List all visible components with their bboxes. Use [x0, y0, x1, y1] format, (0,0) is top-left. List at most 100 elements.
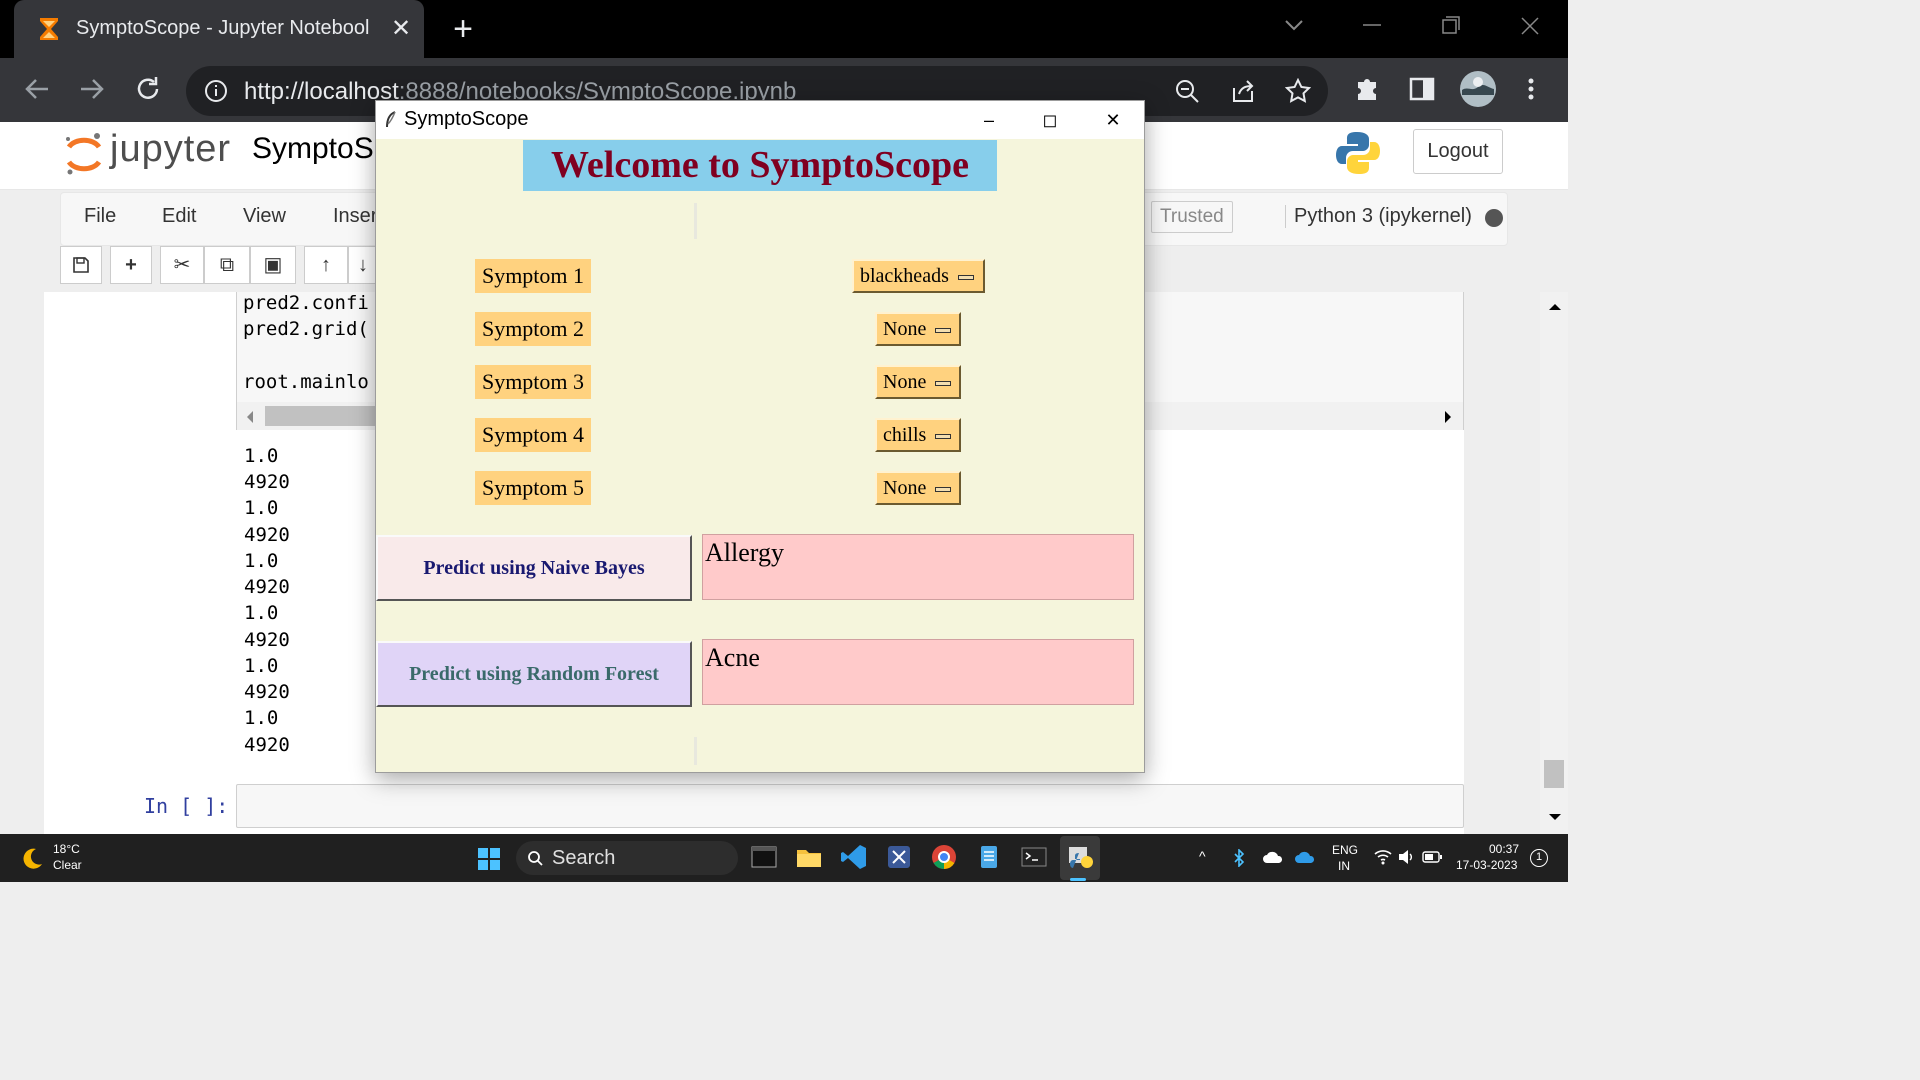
output-line: 1.0: [244, 550, 279, 572]
bookmark-star-icon[interactable]: [1285, 78, 1311, 104]
copy-button[interactable]: ⧉: [204, 246, 250, 284]
dropdown-indicator-icon: [935, 433, 952, 439]
taskbar-search[interactable]: Search: [516, 841, 738, 875]
code-line: pred2.confi: [243, 292, 369, 314]
tab-title: SymptoScope - Jupyter Notebool: [76, 17, 370, 39]
separator: [694, 203, 697, 239]
dropdown-indicator-icon: [935, 327, 952, 333]
output-line: 1.0: [244, 707, 279, 729]
restore-icon[interactable]: [1430, 12, 1470, 42]
cloud-icon[interactable]: [1262, 850, 1284, 864]
scroll-left-icon[interactable]: [245, 410, 255, 424]
naive-bayes-result: Allergy: [702, 534, 1134, 600]
terminal-app-icon[interactable]: [749, 842, 779, 872]
window-titlebar[interactable]: SymptoScope – ◻ ✕: [376, 101, 1144, 139]
menu-file[interactable]: File: [84, 205, 116, 228]
share-icon[interactable]: [1230, 78, 1256, 104]
tab-search-chevron-icon[interactable]: [1274, 12, 1314, 42]
output-line: 1.0: [244, 497, 279, 519]
wifi-icon[interactable]: [1374, 849, 1392, 865]
new-tab-icon[interactable]: +: [447, 10, 479, 48]
vscode-icon[interactable]: [839, 842, 869, 872]
tab-close-icon[interactable]: ✕: [388, 14, 414, 44]
paste-button[interactable]: ▣: [250, 246, 296, 284]
back-icon[interactable]: [20, 72, 54, 106]
profile-avatar[interactable]: [1459, 70, 1497, 108]
scroll-thumb[interactable]: [265, 406, 385, 426]
bluetooth-icon[interactable]: [1232, 849, 1246, 867]
page-vertical-scrollbar[interactable]: [1540, 292, 1568, 834]
minimize-icon[interactable]: [1352, 12, 1392, 42]
clock-date[interactable]: 17-03-2023: [1456, 858, 1517, 872]
notification-badge[interactable]: 1: [1530, 849, 1548, 867]
side-panel-icon[interactable]: [1405, 72, 1439, 106]
onedrive-icon[interactable]: [1294, 850, 1316, 864]
window-maximize-icon[interactable]: ◻: [1030, 105, 1070, 135]
save-button[interactable]: [60, 246, 102, 284]
zoom-icon[interactable]: [1174, 78, 1200, 104]
symptom-5-dropdown[interactable]: None: [875, 471, 961, 505]
snipping-tool-icon[interactable]: [884, 842, 914, 872]
window-close-icon[interactable]: ✕: [1093, 105, 1133, 135]
dropdown-indicator-icon: [935, 380, 952, 386]
arrow-down-icon: ↓: [358, 254, 368, 276]
page-scroll-thumb[interactable]: [1544, 760, 1564, 788]
scroll-right-icon[interactable]: [1443, 410, 1453, 424]
trusted-badge[interactable]: Trusted: [1151, 201, 1233, 233]
predict-random-forest-button[interactable]: Predict using Random Forest: [376, 641, 692, 707]
weather-condition: Clear: [53, 858, 82, 872]
language-region[interactable]: IN: [1338, 859, 1350, 873]
menu-view[interactable]: View: [243, 205, 286, 228]
symptom-5-label: Symptom 5: [475, 471, 591, 505]
add-cell-button[interactable]: +: [110, 246, 152, 284]
close-window-icon[interactable]: [1510, 12, 1550, 42]
python-logo-icon: [1336, 132, 1380, 174]
arrow-up-icon: ↑: [321, 254, 331, 276]
copy-icon: ⧉: [219, 254, 235, 276]
scroll-up-icon[interactable]: [1548, 302, 1562, 312]
logout-button[interactable]: Logout: [1413, 129, 1503, 174]
clock-time[interactable]: 00:37: [1489, 842, 1519, 856]
output-line: 1.0: [244, 445, 279, 467]
dropdown-value: None: [883, 318, 927, 340]
site-info-icon[interactable]: [204, 79, 228, 103]
symptom-3-dropdown[interactable]: None: [875, 365, 961, 399]
reload-icon[interactable]: [131, 72, 165, 106]
empty-code-cell[interactable]: [236, 784, 1464, 828]
language-code[interactable]: ENG: [1332, 843, 1358, 857]
output-line: 4920: [244, 524, 290, 546]
moon-weather-icon[interactable]: [20, 846, 44, 870]
input-prompt: In [ ]:: [144, 794, 229, 818]
tray-overflow-chevron-icon[interactable]: ^: [1199, 848, 1206, 864]
console-icon[interactable]: [1019, 842, 1049, 872]
notepad-icon[interactable]: [974, 842, 1004, 872]
menu-insert[interactable]: Inser: [333, 205, 377, 228]
extensions-icon[interactable]: [1350, 72, 1384, 106]
predict-naive-bayes-button[interactable]: Predict using Naive Bayes: [376, 535, 692, 601]
dropdown-value: blackheads: [860, 265, 949, 287]
notebook-name[interactable]: SymptoS: [252, 132, 374, 166]
symptom-1-dropdown[interactable]: blackheads: [852, 259, 985, 293]
dropdown-indicator-icon: [935, 486, 952, 492]
screen: SymptoScope - Jupyter Notebool ✕ + http:…: [0, 0, 1568, 882]
chrome-icon[interactable]: [929, 842, 959, 872]
file-explorer-icon[interactable]: [794, 842, 824, 872]
menu-edit[interactable]: Edit: [162, 205, 196, 228]
scroll-down-icon[interactable]: [1548, 812, 1562, 822]
python-app-icon[interactable]: [1065, 842, 1095, 872]
kebab-menu-icon[interactable]: [1514, 72, 1548, 106]
symptom-4-dropdown[interactable]: chills: [875, 418, 961, 452]
forward-icon[interactable]: [75, 72, 109, 106]
kernel-name[interactable]: Python 3 (ipykernel): [1285, 205, 1472, 228]
jupyter-logo-icon[interactable]: [64, 130, 104, 176]
battery-icon[interactable]: [1422, 851, 1442, 863]
output-line: 4920: [244, 629, 290, 651]
volume-icon[interactable]: [1397, 849, 1415, 865]
windows-start-icon[interactable]: [477, 847, 501, 871]
window-minimize-icon[interactable]: –: [969, 105, 1009, 135]
move-down-button[interactable]: ↓: [348, 246, 378, 284]
move-up-button[interactable]: ↑: [304, 246, 348, 284]
browser-tab[interactable]: SymptoScope - Jupyter Notebool ✕: [14, 0, 424, 58]
symptom-2-dropdown[interactable]: None: [875, 312, 961, 346]
cut-button[interactable]: ✂: [160, 246, 204, 284]
